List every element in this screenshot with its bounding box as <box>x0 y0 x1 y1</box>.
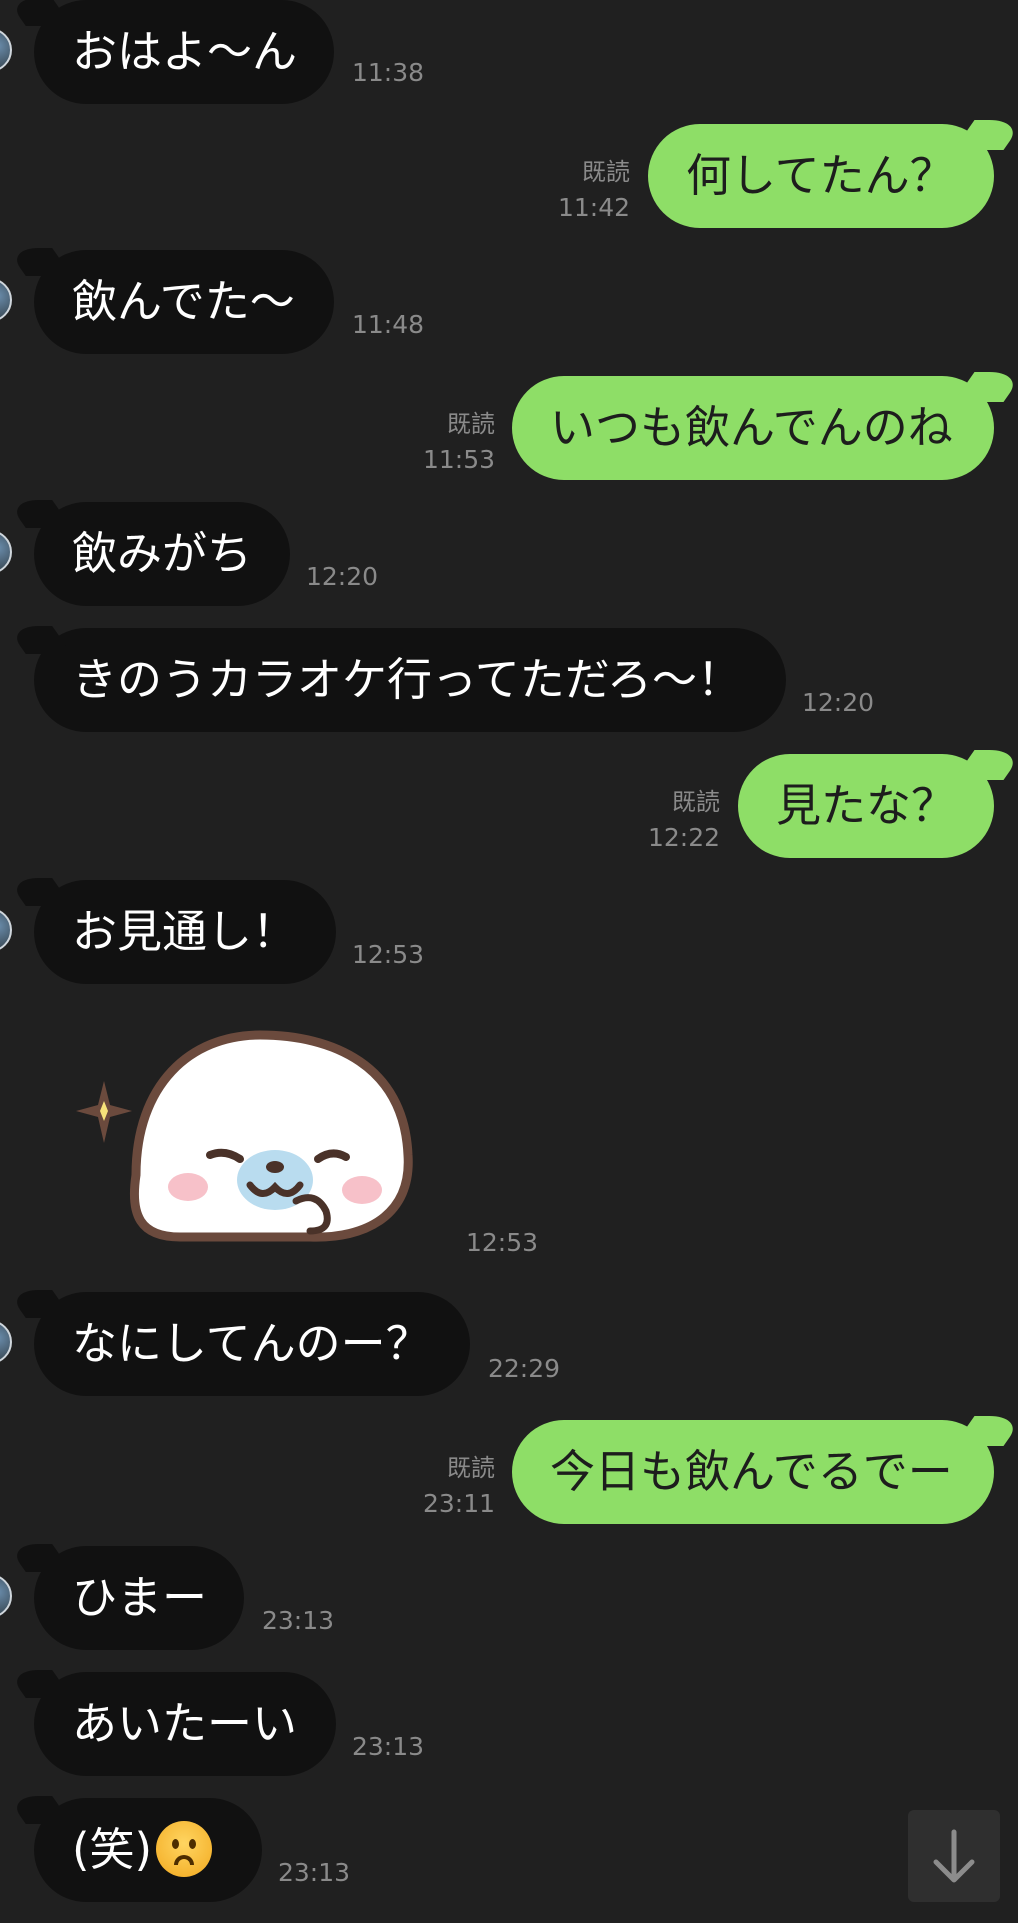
message-time: 22:29 <box>488 1354 561 1383</box>
message-bubble-incoming[interactable]: なにしてんのー？ <box>34 1292 470 1396</box>
message-bubble-incoming[interactable]: お見通し！ <box>34 880 336 984</box>
message-bubble-outgoing[interactable]: 何してたん？ <box>648 124 994 228</box>
contact-avatar[interactable] <box>0 1574 12 1618</box>
message-bubble-incoming[interactable]: おはよ〜ん <box>34 0 334 104</box>
message-time: 23:13 <box>352 1732 425 1761</box>
message-bubble-incoming[interactable]: 飲みがち <box>34 502 290 606</box>
message-bubble-incoming[interactable]: (笑) <box>34 1798 262 1902</box>
frowning-face-emoji <box>156 1821 213 1877</box>
message-time: 23:11 <box>422 1489 495 1518</box>
message-time: 12:20 <box>802 688 875 717</box>
read-label: 既読 <box>447 410 495 438</box>
seal-sticker[interactable] <box>70 1025 420 1255</box>
message-time: 23:13 <box>262 1606 335 1635</box>
read-receipt: 既読 11:42 <box>540 152 630 222</box>
message-bubble-incoming[interactable]: ひまー <box>34 1546 244 1650</box>
message-bubble-incoming[interactable]: あいたーい <box>34 1672 336 1776</box>
message-time: 12:53 <box>352 940 425 969</box>
message-bubble-outgoing[interactable]: いつも飲んでんのね <box>512 376 994 480</box>
message-time: 11:48 <box>352 310 425 339</box>
message-time: 11:38 <box>352 58 425 87</box>
message-time: 12:53 <box>466 1228 539 1257</box>
message-bubble-outgoing[interactable]: 今日も飲んでるでー <box>512 1420 994 1524</box>
scroll-to-bottom-button[interactable] <box>908 1810 1000 1902</box>
message-time: 23:13 <box>278 1858 351 1887</box>
contact-avatar[interactable] <box>0 28 12 72</box>
message-time: 12:20 <box>306 562 379 591</box>
contact-avatar[interactable] <box>0 1320 12 1364</box>
read-receipt: 既読 12:22 <box>630 782 720 852</box>
message-bubble-incoming[interactable]: 飲んでた〜 <box>34 250 334 354</box>
read-label: 既読 <box>582 158 630 186</box>
read-label: 既読 <box>447 1454 495 1482</box>
contact-avatar[interactable] <box>0 908 12 952</box>
arrow-down-icon <box>933 1829 975 1883</box>
read-receipt: 既読 11:53 <box>405 404 495 474</box>
read-receipt: 既読 23:11 <box>405 1448 495 1518</box>
message-text: (笑) <box>72 1823 153 1876</box>
read-label: 既読 <box>672 788 720 816</box>
message-time: 11:53 <box>422 445 495 474</box>
message-bubble-outgoing[interactable]: 見たな？ <box>738 754 994 858</box>
message-time: 12:22 <box>647 823 720 852</box>
message-time: 11:42 <box>557 193 630 222</box>
contact-avatar[interactable] <box>0 530 12 574</box>
message-bubble-incoming[interactable]: きのうカラオケ行ってただろ〜！ <box>34 628 786 732</box>
contact-avatar[interactable] <box>0 278 12 322</box>
